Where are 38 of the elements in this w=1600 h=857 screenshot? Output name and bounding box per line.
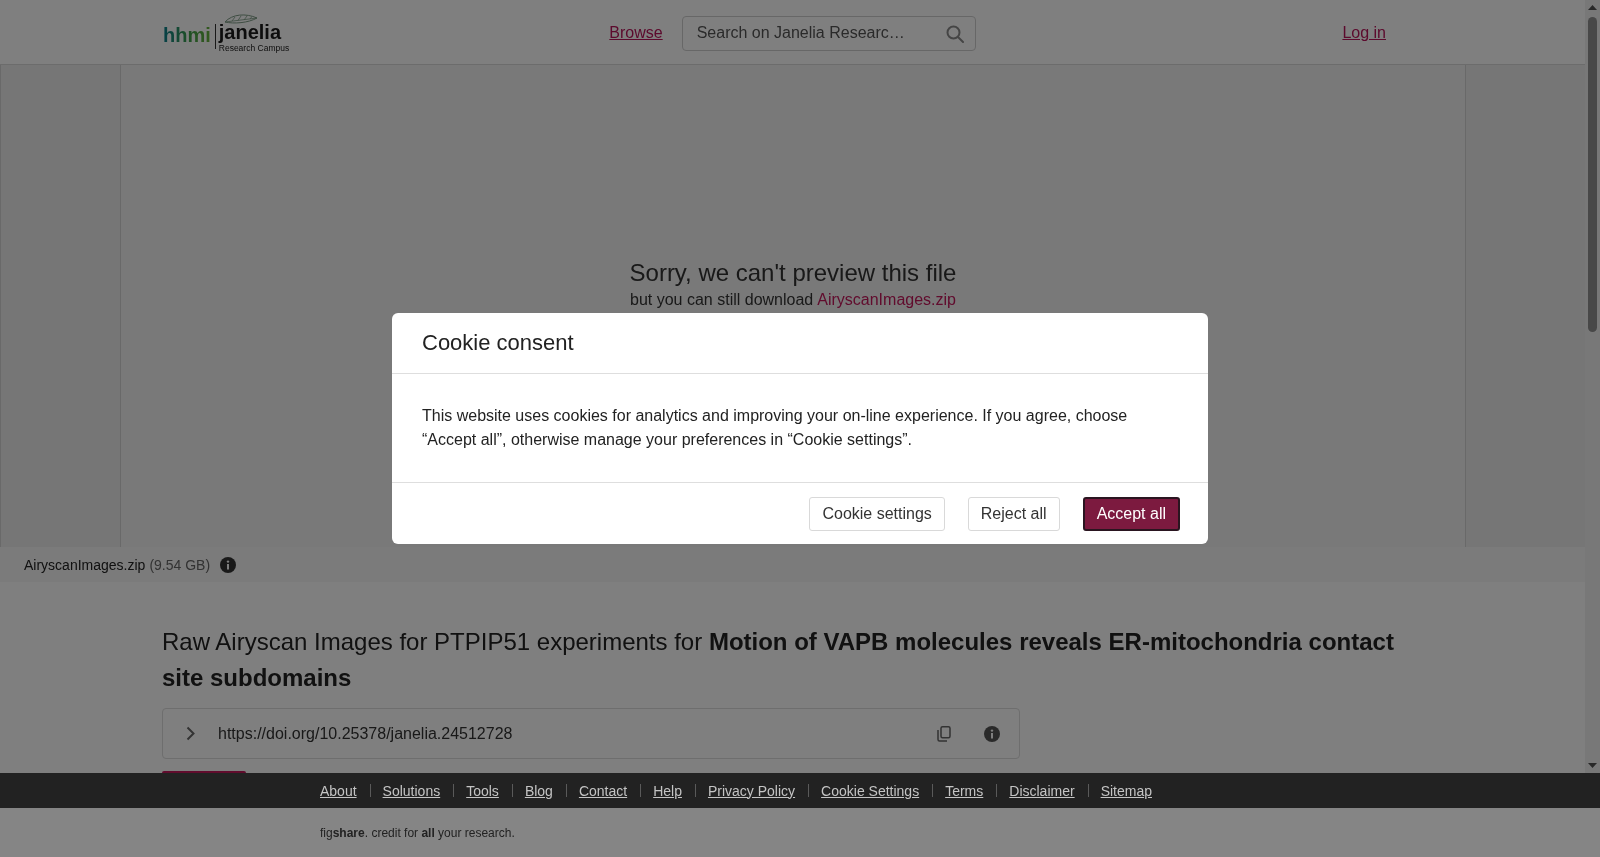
doi-text: https://doi.org/10.25378/janelia.24512728 [218,724,514,743]
footer-link[interactable]: About [320,782,357,799]
preview-message: Sorry, we can't preview this file [629,258,957,287]
tagline: figshare. credit for all your research. [320,825,515,840]
dialog-button[interactable]: Accept all [1082,497,1180,531]
copy-icon[interactable] [937,725,951,742]
file-size: (9.54 GB) [149,556,211,573]
search-field[interactable]: Search on Janelia Researc… [681,15,976,51]
home-logo-link[interactable]: hhmi janelia Research Campus [163,13,290,53]
footer-link[interactable]: Blog [524,782,553,799]
file-name: AiryscanImages.zip [24,556,146,573]
scrollbar[interactable] [1585,0,1600,773]
scroll-up-arrow-icon[interactable] [1588,5,1597,10]
leaf-icon [223,13,258,24]
download-text: but you can still download [630,291,814,309]
scrollbar-thumb[interactable] [1588,17,1597,332]
dialog-button[interactable]: Reject all [967,497,1060,531]
dialog-message: This website uses cookies for analytics and improving your on-line experience. If you agree, choose “Accept all”, otherwise manage your preferences in “Cookie settings”. [422,406,1129,450]
footer-link[interactable]: Sitemap [1100,782,1152,799]
search-icon[interactable] [945,24,964,43]
footer-link[interactable]: Privacy Policy [707,782,796,799]
footer-link[interactable]: Terms [945,782,984,799]
dialog-title: Cookie consent [422,329,575,357]
logo-mark-text: hhmi [163,25,211,45]
item-title: Raw Airyscan Images for PTPIP51 experiments for Motion of VAPB molecules reveals ER-mitochondria contact site subdomains [162,627,1395,693]
info-icon[interactable] [984,725,1000,742]
chevron-right-icon[interactable] [186,726,195,741]
scroll-down-arrow-icon[interactable] [1588,763,1597,768]
footer-link[interactable]: Cookie Settings [821,782,920,799]
dialog-button[interactable]: Cookie settings [809,497,945,531]
footer-link[interactable]: Solutions [382,782,441,799]
footer-link[interactable]: Contact [578,782,628,799]
logo-name-text: janelia [218,22,282,42]
footer-link[interactable]: Help [653,782,682,799]
footer-link[interactable]: Disclaimer [1009,782,1075,799]
info-icon[interactable] [220,556,237,573]
footer-link[interactable]: Tools [466,782,499,799]
logo-subtitle: Research Campus [218,42,290,53]
